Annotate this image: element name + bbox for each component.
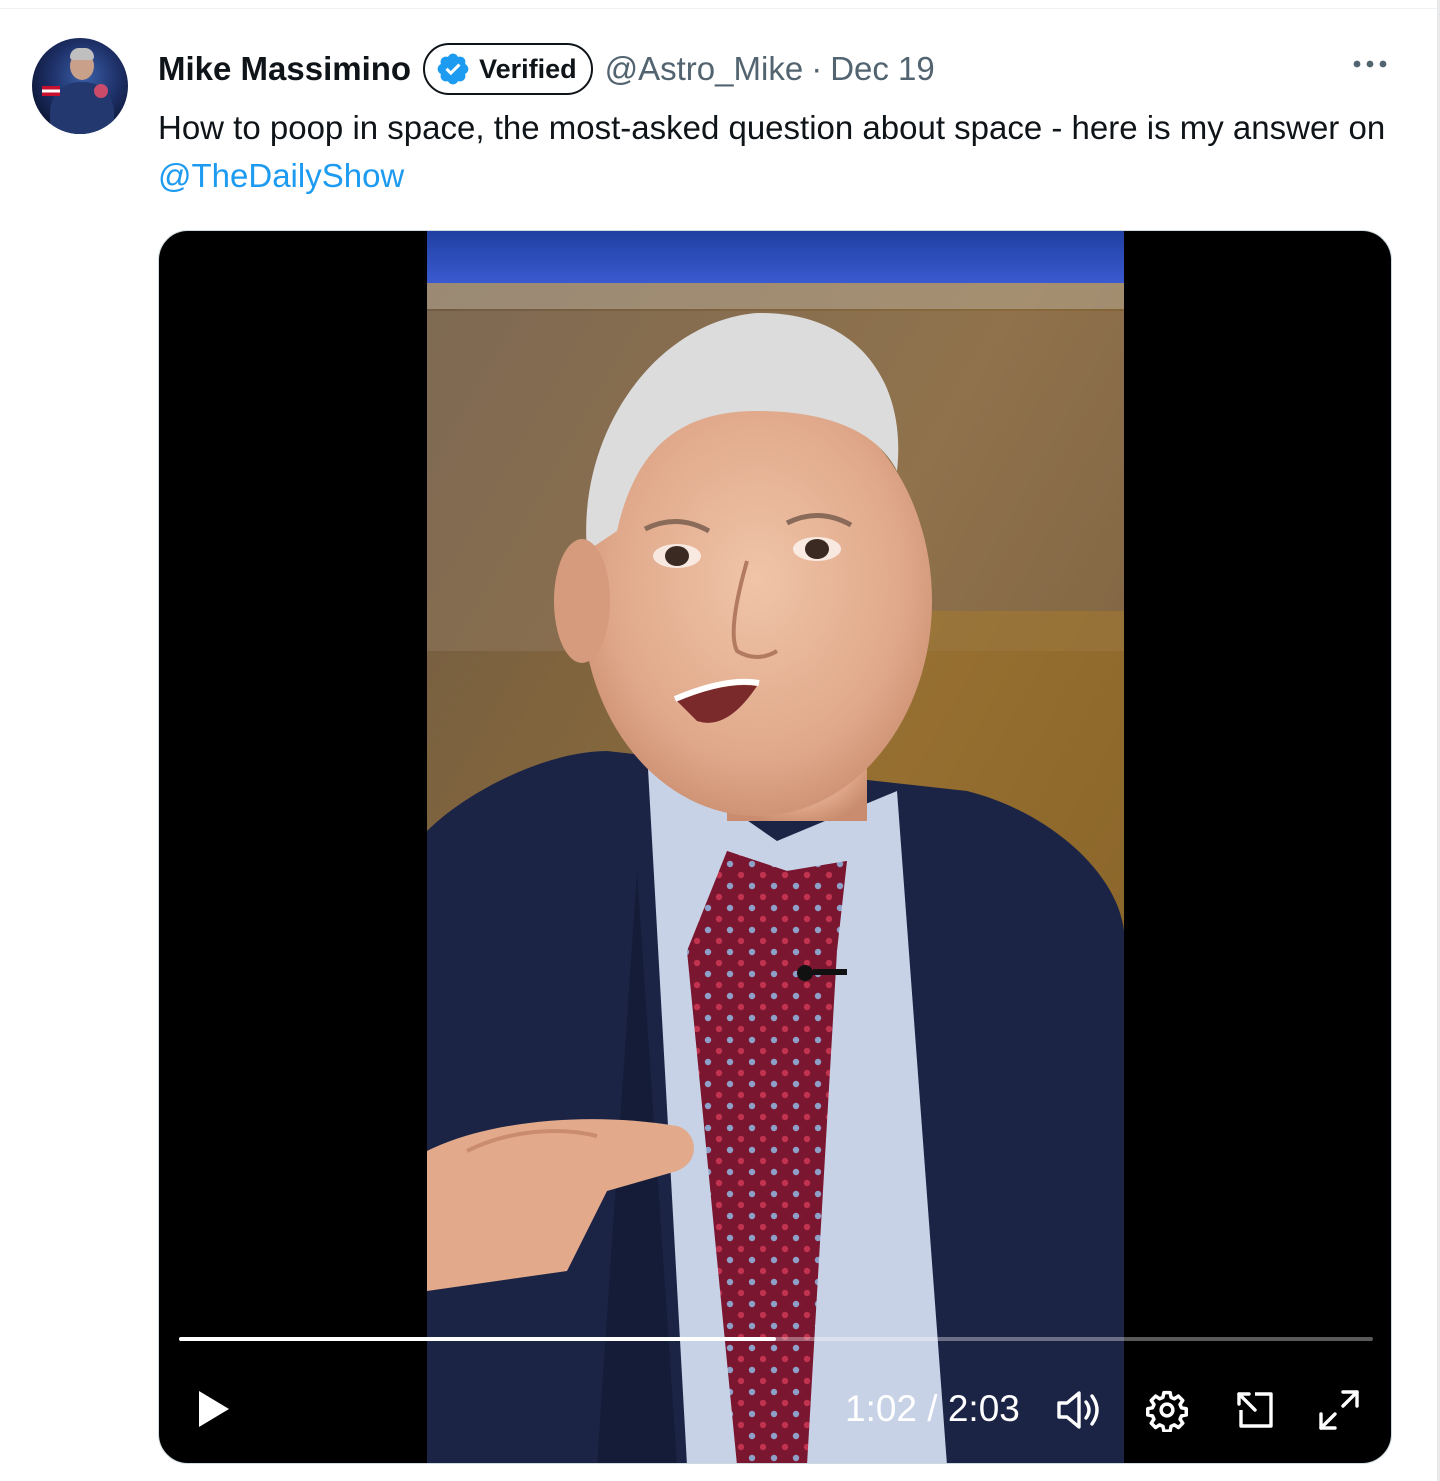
current-time: 1:02 xyxy=(845,1388,918,1429)
settings-button[interactable] xyxy=(1139,1385,1195,1435)
avatar-hair xyxy=(70,48,94,60)
tweet-header: Mike Massimino Verified @Astro_Mike · De… xyxy=(158,40,935,98)
progress-bar[interactable] xyxy=(179,1337,1373,1341)
tweet-body: How to poop in space, the most-asked que… xyxy=(158,109,1386,146)
volume-icon xyxy=(1057,1391,1099,1429)
author-avatar[interactable] xyxy=(32,38,128,134)
gear-icon xyxy=(1146,1390,1188,1432)
more-options-button[interactable] xyxy=(1346,50,1394,78)
play-button[interactable] xyxy=(185,1381,241,1437)
video-thumbnail xyxy=(427,231,1124,1463)
verified-label: Verified xyxy=(479,53,577,84)
avatar-flag-patch xyxy=(42,86,60,96)
progress-fill xyxy=(179,1337,776,1341)
more-dots-icon xyxy=(1353,60,1387,68)
picture-in-picture-icon xyxy=(1237,1392,1273,1428)
play-icon xyxy=(199,1391,229,1427)
video-player[interactable]: 1:02 / 2:03 xyxy=(158,230,1392,1464)
duration: 2:03 xyxy=(947,1388,1020,1429)
avatar-light xyxy=(94,84,108,98)
video-frame xyxy=(427,231,1124,1463)
mention-link[interactable]: @TheDailyShow xyxy=(158,157,404,194)
picture-in-picture-button[interactable] xyxy=(1227,1385,1283,1435)
top-divider xyxy=(0,8,1440,9)
tweet-text: How to poop in space, the most-asked que… xyxy=(158,104,1388,200)
tweet-date[interactable]: Dec 19 xyxy=(830,50,935,88)
fullscreen-button[interactable] xyxy=(1311,1385,1367,1435)
author-name[interactable]: Mike Massimino xyxy=(158,50,411,88)
verified-check-icon xyxy=(437,53,469,85)
time-separator: / xyxy=(917,1388,948,1429)
author-handle[interactable]: @Astro_Mike xyxy=(605,50,804,88)
time-display: 1:02 / 2:03 xyxy=(845,1388,1020,1429)
volume-button[interactable] xyxy=(1051,1385,1107,1435)
fullscreen-icon xyxy=(1319,1390,1359,1430)
verified-badge-pill[interactable]: Verified xyxy=(423,43,593,95)
header-separator: · xyxy=(811,50,823,87)
